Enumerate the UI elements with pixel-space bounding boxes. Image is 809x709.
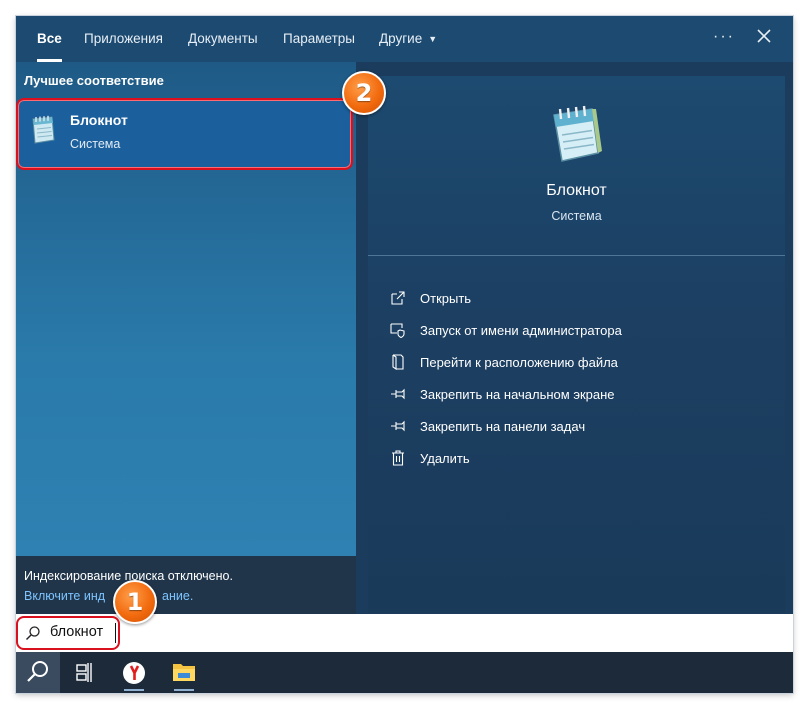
taskbar-task-view-button[interactable] bbox=[62, 652, 106, 693]
indexing-notice: Индексирование поиска отключено. Включит… bbox=[16, 556, 356, 614]
tab-all[interactable]: Все bbox=[37, 16, 62, 62]
open-icon bbox=[391, 291, 405, 305]
search-tab-bar: Все Приложения Документы Параметры Други… bbox=[16, 16, 793, 62]
best-match-result[interactable]: Блокнот Система bbox=[16, 98, 353, 170]
trash-icon bbox=[392, 450, 404, 466]
close-icon bbox=[757, 29, 771, 43]
step-badge-2: 2 bbox=[342, 71, 386, 115]
chevron-down-icon: ▼ bbox=[428, 34, 438, 44]
action-pin-taskbar-label: Закрепить на панели задач bbox=[420, 419, 586, 434]
search-icon bbox=[26, 626, 40, 640]
taskbar bbox=[16, 652, 793, 693]
pin-icon bbox=[391, 420, 405, 432]
step-badge-1: 1 bbox=[113, 580, 157, 624]
action-uninstall-label: Удалить bbox=[420, 451, 470, 466]
close-button[interactable] bbox=[753, 25, 775, 47]
preview-pane: Блокнот Система Открыть Запуск от имени … bbox=[368, 76, 785, 613]
tab-apps-label: Приложения bbox=[84, 31, 163, 46]
yandex-browser-icon bbox=[123, 662, 145, 691]
notepad-icon bbox=[542, 103, 606, 167]
enable-indexing-link[interactable]: Включите инд ание. bbox=[24, 589, 193, 603]
best-match-name: Блокнот bbox=[70, 112, 128, 128]
enable-indexing-link-end: ание. bbox=[162, 589, 194, 603]
tab-documents[interactable]: Документы bbox=[188, 16, 258, 62]
taskbar-file-explorer-button[interactable] bbox=[162, 652, 206, 693]
preview-app-name: Блокнот bbox=[546, 182, 607, 199]
shield-icon bbox=[390, 323, 405, 338]
pin-icon bbox=[391, 388, 405, 400]
tab-apps[interactable]: Приложения bbox=[84, 16, 163, 62]
tab-documents-label: Документы bbox=[188, 31, 258, 46]
taskbar-search-button[interactable] bbox=[16, 652, 60, 693]
taskbar-yandex-browser-button[interactable] bbox=[112, 652, 156, 693]
tab-settings-label: Параметры bbox=[283, 31, 355, 46]
preview-app-subtitle: Система bbox=[551, 209, 602, 223]
tab-settings[interactable]: Параметры bbox=[283, 16, 355, 62]
action-run-as-admin-label: Запуск от имени администратора bbox=[420, 323, 622, 338]
search-icon bbox=[27, 661, 48, 682]
notepad-icon bbox=[26, 114, 58, 146]
tab-all-label: Все bbox=[37, 31, 62, 46]
results-pane: Лучшее соответствие Блокнот Система Инде… bbox=[16, 62, 356, 614]
search-input[interactable] bbox=[50, 620, 750, 644]
file-explorer-icon bbox=[173, 664, 195, 691]
tab-other[interactable]: Другие ▼ bbox=[379, 16, 437, 62]
task-view-icon bbox=[76, 663, 92, 682]
best-match-subtitle: Система bbox=[70, 137, 121, 151]
action-open-file-location-label: Перейти к расположению файла bbox=[420, 355, 618, 370]
enable-indexing-link-start: Включите инд bbox=[24, 589, 106, 603]
action-pin-start-label: Закрепить на начальном экране bbox=[420, 387, 615, 402]
more-options-icon: ··· bbox=[713, 28, 735, 45]
text-cursor bbox=[115, 623, 116, 643]
more-options-button[interactable]: ··· bbox=[713, 16, 735, 62]
tab-other-label: Другие bbox=[379, 31, 423, 46]
file-location-icon bbox=[392, 354, 404, 370]
preview-divider bbox=[368, 255, 785, 256]
action-open-label: Открыть bbox=[420, 291, 472, 306]
best-match-heading: Лучшее соответствие bbox=[24, 73, 164, 88]
